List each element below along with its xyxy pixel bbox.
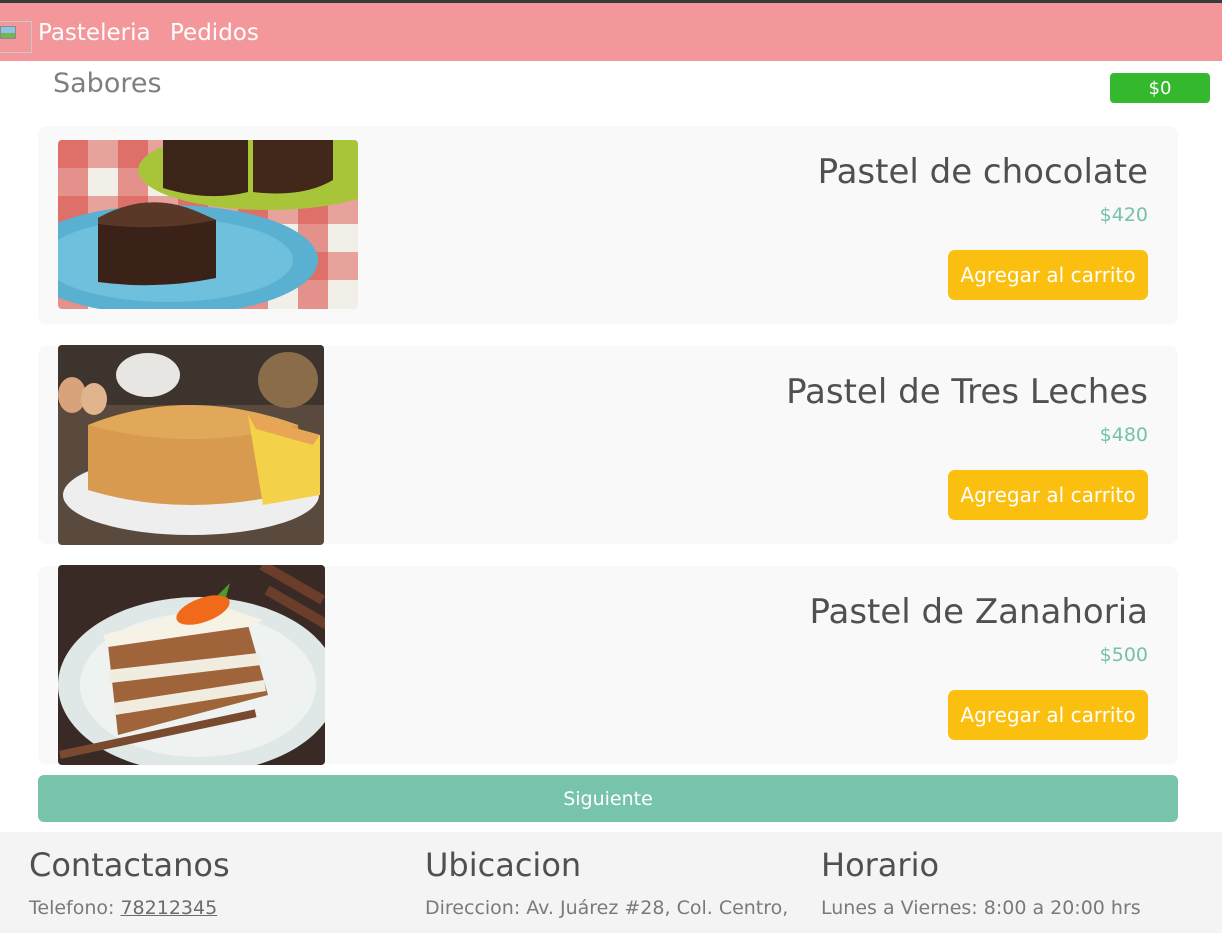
chocolate-cake-image bbox=[58, 140, 358, 309]
product-name: Pastel de Tres Leches bbox=[786, 372, 1148, 412]
next-page-button[interactable]: Siguiente bbox=[38, 775, 1178, 822]
footer-hours-text: Lunes a Viernes: 8:00 a 20:00 hrs bbox=[821, 897, 1141, 919]
product-price: $500 bbox=[1099, 644, 1148, 666]
footer-hours: Horario Lunes a Viernes: 8:00 a 20:00 hr… bbox=[821, 846, 1141, 920]
footer-location-title: Ubicacion bbox=[425, 846, 582, 884]
product-price: $480 bbox=[1099, 424, 1148, 446]
footer-phone-line: Telefono: 78212345 bbox=[29, 896, 230, 920]
nav-brand-link[interactable]: Pasteleria bbox=[38, 19, 151, 47]
tres-leches-cake-image bbox=[58, 345, 324, 545]
footer-phone-link[interactable]: 78212345 bbox=[120, 897, 217, 919]
navbar: Pasteleria Pedidos bbox=[0, 3, 1222, 61]
product-card: Pastel de Tres Leches $480 Agregar al ca… bbox=[38, 345, 1178, 545]
broken-image-icon bbox=[0, 26, 16, 39]
cart-total-badge[interactable]: $0 bbox=[1110, 73, 1210, 103]
carrot-cake-image bbox=[58, 565, 325, 765]
broken-logo-image[interactable] bbox=[0, 21, 32, 53]
section-title: Sabores bbox=[53, 68, 162, 99]
product-card: Pastel de Zanahoria $500 Agregar al carr… bbox=[38, 565, 1178, 765]
footer-phone-label: Telefono: bbox=[29, 897, 121, 919]
product-card: Pastel de chocolate $420 Agregar al carr… bbox=[38, 126, 1178, 324]
footer: Contactanos Telefono: 78212345 Ubicacion… bbox=[0, 832, 1222, 933]
add-to-cart-button[interactable]: Agregar al carrito bbox=[948, 470, 1148, 520]
product-name: Pastel de chocolate bbox=[817, 152, 1148, 192]
footer-contact-title: Contactanos bbox=[29, 846, 230, 884]
nav-pedidos-link[interactable]: Pedidos bbox=[170, 19, 259, 47]
add-to-cart-button[interactable]: Agregar al carrito bbox=[948, 250, 1148, 300]
footer-hours-title: Horario bbox=[821, 846, 940, 884]
product-name: Pastel de Zanahoria bbox=[809, 592, 1148, 632]
footer-contact: Contactanos Telefono: 78212345 bbox=[29, 846, 230, 920]
product-price: $420 bbox=[1099, 204, 1148, 226]
add-to-cart-button[interactable]: Agregar al carrito bbox=[948, 690, 1148, 740]
footer-address: Direccion: Av. Juárez #28, Col. Centro, bbox=[425, 897, 789, 919]
footer-location: Ubicacion Direccion: Av. Juárez #28, Col… bbox=[425, 846, 805, 920]
